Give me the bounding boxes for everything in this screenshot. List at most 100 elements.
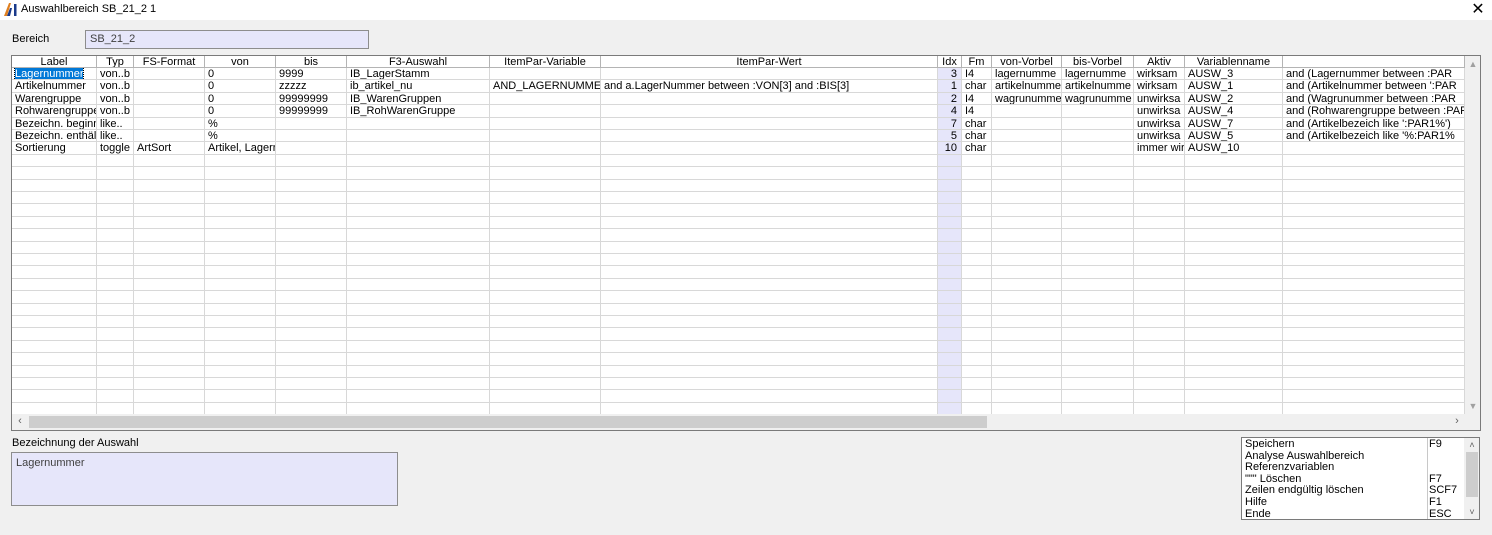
cell-bis[interactable] — [276, 179, 347, 192]
cell-aktiv[interactable] — [1134, 340, 1185, 354]
column-header-itempar-variable[interactable]: ItemPar-Variable — [490, 56, 601, 68]
column-header-idx[interactable]: Idx — [938, 56, 962, 68]
menu-vertical-scrollbar[interactable]: ˄ ˅ — [1464, 438, 1479, 519]
empty-table-row[interactable] — [12, 390, 1465, 403]
cell-label[interactable] — [12, 266, 97, 279]
cell-fm[interactable] — [962, 353, 992, 366]
cell-fm[interactable] — [962, 192, 992, 205]
cell-f3-auswahl[interactable]: IB_WarenGruppen — [347, 92, 490, 106]
cell-idx[interactable] — [938, 167, 962, 180]
cell-f3-auswahl[interactable] — [347, 278, 490, 292]
cell-fs-format[interactable] — [134, 378, 205, 391]
cell-fs-format[interactable] — [134, 179, 205, 192]
cell-label[interactable] — [12, 402, 97, 414]
cell-fs-format[interactable] — [134, 316, 205, 329]
cell-condition[interactable]: and (Artikelnummer between ':PAR — [1283, 80, 1465, 93]
cell-typ[interactable] — [97, 303, 134, 316]
cell-fs-format[interactable] — [134, 291, 205, 304]
cell-variablenname[interactable] — [1185, 378, 1283, 391]
cell-label[interactable] — [12, 303, 97, 316]
description-field[interactable]: Lagernummer — [11, 452, 398, 506]
cell-von[interactable] — [205, 278, 276, 292]
table-row[interactable]: Rohwarengruppe von..b 0 99999999 IB_RohWaren… — [12, 105, 1465, 118]
column-header-fm[interactable]: Fm — [962, 56, 992, 68]
cell-bis[interactable] — [276, 378, 347, 391]
cell-f3-auswahl[interactable] — [347, 192, 490, 205]
cell-von[interactable] — [205, 316, 276, 329]
table-row[interactable]: Bezeichn. beginnt like..% 7 char unwirksa AUS… — [12, 117, 1465, 130]
cell-f3-auswahl[interactable]: IB_LagerStamm — [347, 68, 490, 81]
cell-bis[interactable] — [276, 229, 347, 242]
cell-typ[interactable] — [97, 167, 134, 180]
cell-bis[interactable] — [276, 216, 347, 230]
cell-variablenname[interactable]: AUSW_5 — [1185, 130, 1283, 143]
cell-bis[interactable] — [276, 204, 347, 217]
cell-f3-auswahl[interactable] — [347, 154, 490, 168]
cell-bis[interactable] — [276, 266, 347, 279]
cell-aktiv[interactable] — [1134, 192, 1185, 205]
cell-label[interactable] — [12, 340, 97, 354]
cell-fm[interactable] — [962, 241, 992, 254]
cell-itempar-wert[interactable] — [601, 328, 938, 341]
selected-cell-text[interactable]: Lagernummer — [13, 68, 85, 80]
cell-f3-auswahl[interactable] — [347, 402, 490, 414]
cell-fs-format[interactable] — [134, 105, 205, 118]
cell-typ[interactable]: like.. — [97, 117, 134, 130]
cell-variablenname[interactable]: AUSW_10 — [1185, 142, 1283, 155]
cell-f3-auswahl[interactable] — [347, 204, 490, 217]
table-row[interactable]: Bezeichn. enthält like..% 5 char unwirksa AUS… — [12, 130, 1465, 143]
cell-typ[interactable]: von..b — [97, 105, 134, 118]
cell-itempar-variable[interactable] — [490, 92, 601, 106]
cell-von-vorbel[interactable] — [992, 365, 1062, 378]
cell-idx[interactable] — [938, 340, 962, 354]
cell-itempar-wert[interactable] — [601, 229, 938, 242]
cell-condition[interactable]: and (Wagrunummer between :PAR — [1283, 92, 1465, 106]
cell-variablenname[interactable]: AUSW_1 — [1185, 80, 1283, 93]
table-row[interactable]: Lagernummer von..b 0 9999 IB_LagerStamm 3 I4 la… — [12, 68, 1465, 81]
cell-variablenname[interactable] — [1185, 291, 1283, 304]
cell-itempar-variable[interactable] — [490, 378, 601, 391]
cell-condition[interactable] — [1283, 365, 1465, 378]
cell-label[interactable] — [12, 216, 97, 230]
cell-bis-vorbel[interactable] — [1062, 278, 1134, 292]
cell-typ[interactable] — [97, 402, 134, 414]
table-row[interactable]: SortierungtoggleArtSortArtikel, Lagernum… — [12, 142, 1465, 155]
cell-typ[interactable] — [97, 328, 134, 341]
cell-condition[interactable] — [1283, 192, 1465, 205]
cell-itempar-variable[interactable] — [490, 390, 601, 403]
cell-f3-auswahl[interactable] — [347, 254, 490, 267]
cell-von-vorbel[interactable] — [992, 167, 1062, 180]
cell-condition[interactable]: and (Rohwarengruppe between :PAR — [1283, 105, 1465, 118]
cell-aktiv[interactable]: unwirksa — [1134, 130, 1185, 143]
menu-scroll-thumb[interactable] — [1466, 452, 1478, 497]
cell-fs-format[interactable] — [134, 353, 205, 366]
cell-aktiv[interactable] — [1134, 241, 1185, 254]
cell-bis-vorbel[interactable] — [1062, 365, 1134, 378]
cell-von-vorbel[interactable]: lagernumme — [992, 68, 1062, 81]
cell-von-vorbel[interactable] — [992, 278, 1062, 292]
cell-von-vorbel[interactable] — [992, 142, 1062, 155]
column-header-von[interactable]: von — [205, 56, 276, 68]
column-header-fs-format[interactable]: FS-Format — [134, 56, 205, 68]
cell-condition[interactable] — [1283, 229, 1465, 242]
cell-bis[interactable] — [276, 365, 347, 378]
empty-table-row[interactable] — [12, 266, 1465, 279]
cell-condition[interactable] — [1283, 353, 1465, 366]
cell-von[interactable] — [205, 167, 276, 180]
cell-itempar-variable[interactable] — [490, 68, 601, 81]
cell-von-vorbel[interactable]: artikelnumme — [992, 80, 1062, 93]
cell-itempar-wert[interactable] — [601, 291, 938, 304]
cell-idx[interactable] — [938, 204, 962, 217]
cell-label[interactable] — [12, 154, 97, 168]
cell-von-vorbel[interactable] — [992, 229, 1062, 242]
cell-bis-vorbel[interactable] — [1062, 402, 1134, 414]
cell-bis[interactable]: 99999999 — [276, 92, 347, 106]
cell-typ[interactable] — [97, 390, 134, 403]
cell-itempar-variable[interactable] — [490, 365, 601, 378]
cell-aktiv[interactable]: unwirksa — [1134, 117, 1185, 130]
cell-bis-vorbel[interactable] — [1062, 216, 1134, 230]
cell-typ[interactable] — [97, 216, 134, 230]
cell-fs-format[interactable] — [134, 68, 205, 81]
cell-itempar-variable[interactable] — [490, 291, 601, 304]
cell-f3-auswahl[interactable] — [347, 266, 490, 279]
